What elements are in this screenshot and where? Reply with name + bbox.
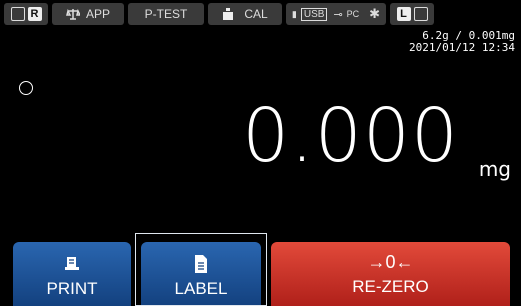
rezero-button[interactable]: →0← RE-ZERO bbox=[271, 242, 510, 306]
usb-label: USB bbox=[300, 7, 328, 21]
cal-button[interactable]: CAL bbox=[208, 3, 282, 25]
rezero-label: RE-ZERO bbox=[352, 276, 429, 296]
cal-label: CAL bbox=[244, 7, 268, 21]
pc-label: PC bbox=[346, 9, 360, 19]
weight-icon bbox=[223, 8, 234, 20]
app-label: APP bbox=[85, 7, 110, 21]
printer-icon bbox=[65, 257, 79, 270]
info-panel: 6.2g / 0.001mg 2021/01/12 12:34 bbox=[409, 30, 515, 54]
square-icon bbox=[10, 7, 25, 21]
balance-icon bbox=[66, 8, 80, 20]
stability-indicator-icon bbox=[19, 81, 33, 95]
status-bar: R APP P-TEST CAL ▮ USB ⊸ PC ✱ L bbox=[0, 0, 521, 28]
mode-indicator[interactable]: R bbox=[4, 3, 48, 25]
square-icon bbox=[413, 7, 428, 21]
weight-value: 0.000 bbox=[242, 93, 459, 179]
display-letter: L bbox=[396, 7, 411, 21]
datetime: 2021/01/12 12:34 bbox=[409, 41, 515, 54]
selection-frame bbox=[135, 233, 267, 306]
bluetooth-icon: ✱ bbox=[369, 6, 381, 21]
mode-letter: R bbox=[27, 7, 42, 21]
rezero-symbol: →0← bbox=[367, 251, 414, 272]
connection-indicator[interactable]: ▮ USB ⊸ PC ✱ bbox=[286, 3, 386, 25]
weight-unit[interactable]: mg bbox=[479, 157, 511, 181]
pc-connector-icon: ⊸ bbox=[333, 8, 343, 21]
usb-icon: ▮ bbox=[291, 8, 297, 19]
ptest-label: P-TEST bbox=[144, 7, 188, 21]
print-label: PRINT bbox=[46, 279, 98, 298]
app-button[interactable]: APP bbox=[52, 3, 124, 25]
print-button[interactable]: PRINT bbox=[13, 242, 131, 306]
display-indicator[interactable]: L bbox=[390, 3, 434, 25]
ptest-button[interactable]: P-TEST bbox=[128, 3, 204, 25]
